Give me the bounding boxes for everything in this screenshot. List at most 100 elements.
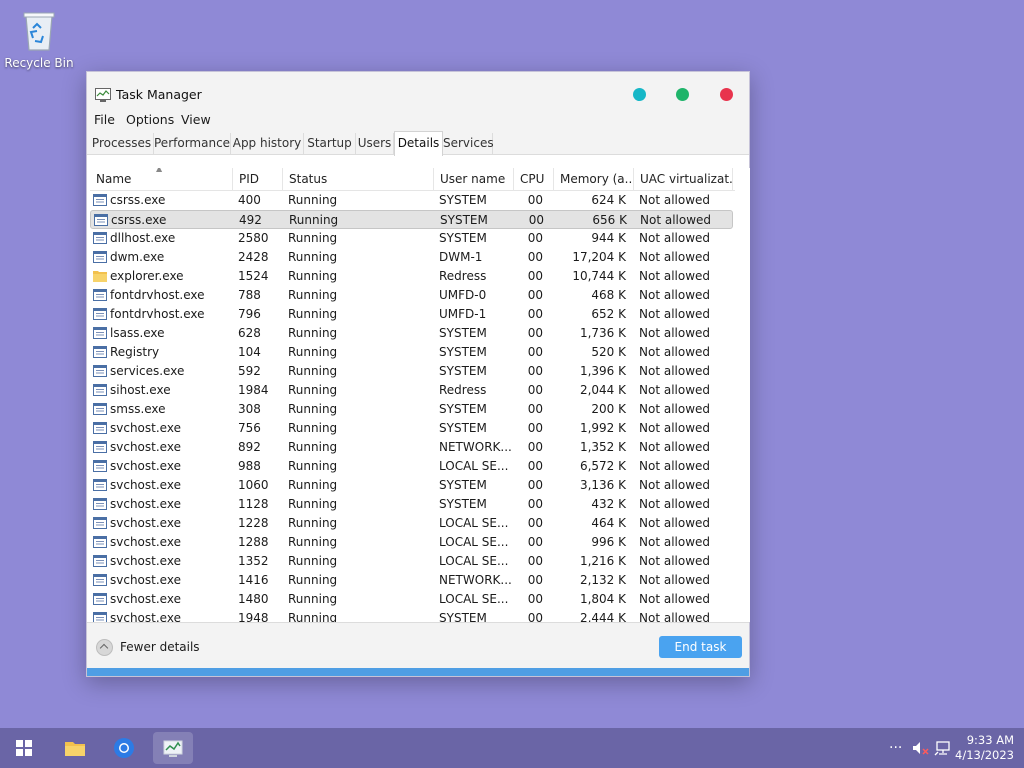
process-name: explorer.exe xyxy=(110,269,184,283)
process-memory: 1,216 K xyxy=(579,554,626,568)
process-window-icon xyxy=(93,460,107,472)
column-status[interactable]: Status xyxy=(283,168,434,191)
clock-time: 9:33 AM xyxy=(966,733,1014,747)
table-row[interactable]: svchost.exe 756 Running SYSTEM 00 1,992 K Not … xyxy=(90,419,733,438)
process-pid: 1288 xyxy=(238,535,269,549)
table-row[interactable]: explorer.exe 1524 Running Redress 00 10,744 K… xyxy=(90,267,733,286)
title-bar[interactable]: Task Manager xyxy=(87,72,749,108)
tab-processes[interactable]: Processes xyxy=(90,133,154,155)
table-row[interactable]: svchost.exe 1288 Running LOCAL SE... 00 996 K… xyxy=(90,533,733,552)
tab-details[interactable]: Details xyxy=(394,131,443,156)
process-memory: 6,572 K xyxy=(579,459,626,473)
menu-view[interactable]: View xyxy=(181,112,211,127)
process-cpu: 00 xyxy=(527,497,543,511)
table-row[interactable]: svchost.exe 1480 Running LOCAL SE... 00 1,804… xyxy=(90,590,733,609)
fewer-details-link[interactable]: Fewer details xyxy=(120,640,200,654)
process-cpu: 00 xyxy=(527,193,543,207)
table-row[interactable]: dllhost.exe 2580 Running SYSTEM 00 944 K Not a… xyxy=(90,229,733,248)
browser-icon[interactable] xyxy=(104,732,144,764)
process-memory: 468 K xyxy=(591,288,626,302)
process-memory: 464 K xyxy=(591,516,626,530)
tab-services[interactable]: Services xyxy=(443,133,494,155)
process-memory: 200 K xyxy=(591,402,626,416)
menu-options[interactable]: Options xyxy=(126,112,174,127)
table-row[interactable]: svchost.exe 892 Running NETWORK... 00 1,352 K… xyxy=(90,438,733,457)
process-memory: 1,352 K xyxy=(579,440,626,454)
process-name: svchost.exe xyxy=(110,459,181,473)
process-uac: Not allowed xyxy=(639,516,711,530)
table-row[interactable]: lsass.exe 628 Running SYSTEM 00 1,736 K Not al… xyxy=(90,324,733,343)
task-manager-icon[interactable] xyxy=(153,732,193,764)
process-window-icon xyxy=(93,517,107,529)
process-uac: Not allowed xyxy=(639,269,711,283)
tab-app-history[interactable]: App history xyxy=(231,133,304,155)
table-row[interactable]: svchost.exe 1948 Running SYSTEM 00 2,444 K Not… xyxy=(90,609,733,622)
process-window-icon xyxy=(93,593,107,605)
maximize-button[interactable] xyxy=(676,88,689,101)
process-memory: 996 K xyxy=(591,535,626,549)
sort-ascending-icon: ▲ xyxy=(156,168,163,173)
table-row[interactable]: svchost.exe 1416 Running NETWORK... 00 2,132 … xyxy=(90,571,733,590)
process-cpu: 00 xyxy=(527,535,543,549)
table-row[interactable]: fontdrvhost.exe 788 Running UMFD-0 00 468 K No… xyxy=(90,286,733,305)
file-explorer-icon[interactable] xyxy=(55,732,95,764)
process-name: svchost.exe xyxy=(110,592,181,606)
table-row[interactable]: services.exe 592 Running SYSTEM 00 1,396 K Not… xyxy=(90,362,733,381)
process-name: svchost.exe xyxy=(110,421,181,435)
process-memory: 17,204 K xyxy=(572,250,626,264)
table-row[interactable]: sihost.exe 1984 Running Redress 00 2,044 K Not… xyxy=(90,381,733,400)
table-row[interactable]: Registry 104 Running SYSTEM 00 520 K Not allow… xyxy=(90,343,733,362)
process-name: services.exe xyxy=(110,364,185,378)
menu-file[interactable]: File xyxy=(94,112,115,127)
start-icon[interactable] xyxy=(4,732,44,764)
column-user-name[interactable]: User name xyxy=(434,168,514,191)
table-row[interactable]: svchost.exe 1060 Running SYSTEM 00 3,136 K Not… xyxy=(90,476,733,495)
table-row[interactable]: csrss.exe 492 Running SYSTEM 00 656 K Not allo… xyxy=(90,210,733,229)
process-uac: Not allowed xyxy=(639,421,711,435)
end-task-button[interactable]: End task xyxy=(659,636,742,658)
column-cpu[interactable]: CPU xyxy=(514,168,554,191)
table-row[interactable]: svchost.exe 1352 Running LOCAL SE... 00 1,216… xyxy=(90,552,733,571)
process-memory: 2,132 K xyxy=(579,573,626,587)
process-uac: Not allowed xyxy=(639,288,711,302)
clock-date: 4/13/2023 xyxy=(955,748,1014,762)
process-cpu: 00 xyxy=(527,478,543,492)
tab-users[interactable]: Users xyxy=(356,133,394,155)
table-row[interactable]: fontdrvhost.exe 796 Running UMFD-1 00 652 K No… xyxy=(90,305,733,324)
process-memory: 1,396 K xyxy=(579,364,626,378)
table-row[interactable]: svchost.exe 988 Running LOCAL SE... 00 6,572 … xyxy=(90,457,733,476)
process-name: smss.exe xyxy=(110,402,166,416)
show-hidden-icons-icon[interactable]: ··· xyxy=(889,740,902,756)
process-uac: Not allowed xyxy=(639,497,711,511)
minimize-button[interactable] xyxy=(633,88,646,101)
column-pid[interactable]: PID xyxy=(233,168,283,191)
table-row[interactable]: smss.exe 308 Running SYSTEM 00 200 K Not allow… xyxy=(90,400,733,419)
process-uac: Not allowed xyxy=(639,573,711,587)
tab-startup[interactable]: Startup xyxy=(304,133,356,155)
taskbar: ··· 9:33 AM 4/13/2023 xyxy=(0,728,1024,768)
clock[interactable]: 9:33 AM 4/13/2023 xyxy=(955,733,1014,763)
recycle-bin[interactable]: Recycle Bin xyxy=(4,8,74,76)
column-memory[interactable]: Memory (a... xyxy=(554,168,634,191)
table-row[interactable]: dwm.exe 2428 Running DWM-1 00 17,204 K Not all… xyxy=(90,248,733,267)
process-window-icon xyxy=(93,422,107,434)
process-status: Running xyxy=(288,193,338,207)
collapse-chevron-icon[interactable] xyxy=(96,639,113,656)
close-button[interactable] xyxy=(720,88,733,101)
process-cpu: 00 xyxy=(527,364,543,378)
process-uac: Not allowed xyxy=(639,459,711,473)
volume-muted-icon[interactable] xyxy=(911,740,929,760)
table-row[interactable]: svchost.exe 1128 Running SYSTEM 00 432 K Not a… xyxy=(90,495,733,514)
column-name[interactable]: ▲ Name xyxy=(90,168,233,191)
table-row[interactable]: csrss.exe 400 Running SYSTEM 00 624 K Not allo… xyxy=(90,191,733,210)
tab-performance[interactable]: Performance xyxy=(154,133,231,155)
process-pid: 788 xyxy=(238,288,261,302)
process-pid: 1948 xyxy=(238,611,269,622)
column-uac-virtualization[interactable]: UAC virtualizat... xyxy=(634,168,733,191)
process-memory: 1,804 K xyxy=(579,592,626,606)
network-icon[interactable] xyxy=(934,740,952,760)
process-pid: 104 xyxy=(238,345,261,359)
task-manager-window: Task Manager File Options View Processes… xyxy=(86,71,750,677)
process-status: Running xyxy=(288,440,338,454)
table-row[interactable]: svchost.exe 1228 Running LOCAL SE... 00 464 K… xyxy=(90,514,733,533)
